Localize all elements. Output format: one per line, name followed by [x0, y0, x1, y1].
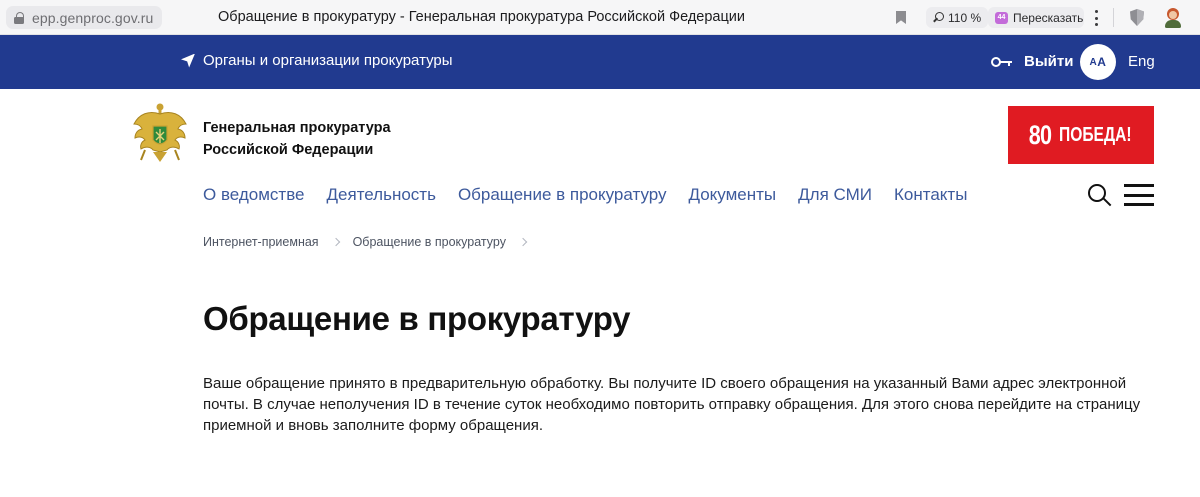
nav-item-documents[interactable]: Документы: [689, 185, 777, 205]
nav-item-appeal[interactable]: Обращение в прокуратуру: [458, 185, 667, 205]
tab-title: Обращение в прокуратуру - Генеральная пр…: [218, 9, 746, 25]
chevron-right-icon: [331, 237, 340, 247]
agencies-link-label: Органы и организации прокуратуры: [203, 52, 453, 69]
zoom-level: 110 %: [948, 10, 982, 25]
key-icon[interactable]: [991, 56, 1013, 68]
breadcrumb-item-appeal[interactable]: Обращение в прокуратуру: [353, 235, 506, 249]
toolbar-divider: [1113, 8, 1114, 27]
font-size-big-label: A: [1097, 55, 1107, 69]
user-ext-icon[interactable]: [1162, 7, 1184, 29]
kebab-icon[interactable]: [1094, 10, 1098, 26]
emblem-icon[interactable]: [131, 102, 189, 164]
font-size-small-label: A: [1089, 56, 1098, 68]
language-switch[interactable]: Eng: [1128, 53, 1155, 70]
logout-button[interactable]: Выйти: [1024, 53, 1073, 70]
nav-item-activity[interactable]: Деятельность: [327, 185, 436, 205]
retell-button[interactable]: 44 Пересказать: [988, 7, 1084, 28]
chevron-right-icon: [518, 237, 528, 247]
top-bar: Органы и организации прокуратуры Выйти A…: [0, 35, 1200, 89]
retell-icon: 44: [995, 11, 1008, 24]
lock-icon[interactable]: [14, 11, 24, 24]
location-arrow-icon: [181, 53, 195, 68]
org-name-line2: Российской Федерации: [203, 142, 374, 158]
confirmation-message: Ваше обращение принято в предварительную…: [203, 375, 1141, 434]
page-title: Обращение в прокуратуру: [203, 300, 631, 337]
browser-toolbar: epp.genproc.gov.ru Обращение в прокурату…: [0, 0, 1200, 35]
zoom-button[interactable]: 110 %: [926, 7, 988, 28]
font-size-button[interactable]: AA: [1080, 44, 1116, 80]
retell-label: Пересказать: [1013, 10, 1084, 25]
banner-word: ПОБЕДА!: [1059, 123, 1132, 146]
main-nav: О ведомстве Деятельность Обращение в про…: [203, 185, 967, 205]
search-icon[interactable]: [1088, 184, 1112, 208]
zoom-icon: [933, 12, 944, 23]
agencies-link[interactable]: Органы и организации прокуратуры: [181, 52, 453, 69]
nav-item-about[interactable]: О ведомстве: [203, 185, 305, 205]
menu-icon[interactable]: [1124, 184, 1154, 206]
org-name[interactable]: Генеральная прокуратура Российской Федер…: [203, 117, 391, 161]
banner-number: 80: [1028, 119, 1052, 150]
url-text[interactable]: epp.genproc.gov.ru: [32, 10, 153, 26]
victory-banner[interactable]: 80 ПОБЕДА!: [1008, 106, 1154, 164]
nav-item-media[interactable]: Для СМИ: [798, 185, 872, 205]
breadcrumb-item-reception[interactable]: Интернет-приемная: [203, 235, 319, 249]
breadcrumb: Интернет-приемная Обращение в прокуратур…: [203, 235, 529, 249]
org-name-line1: Генеральная прокуратура: [203, 120, 391, 136]
shield-ext-icon[interactable]: [1130, 9, 1144, 26]
bookmark-icon[interactable]: [896, 11, 906, 24]
nav-item-contacts[interactable]: Контакты: [894, 185, 967, 205]
address-bar[interactable]: epp.genproc.gov.ru: [6, 6, 162, 29]
